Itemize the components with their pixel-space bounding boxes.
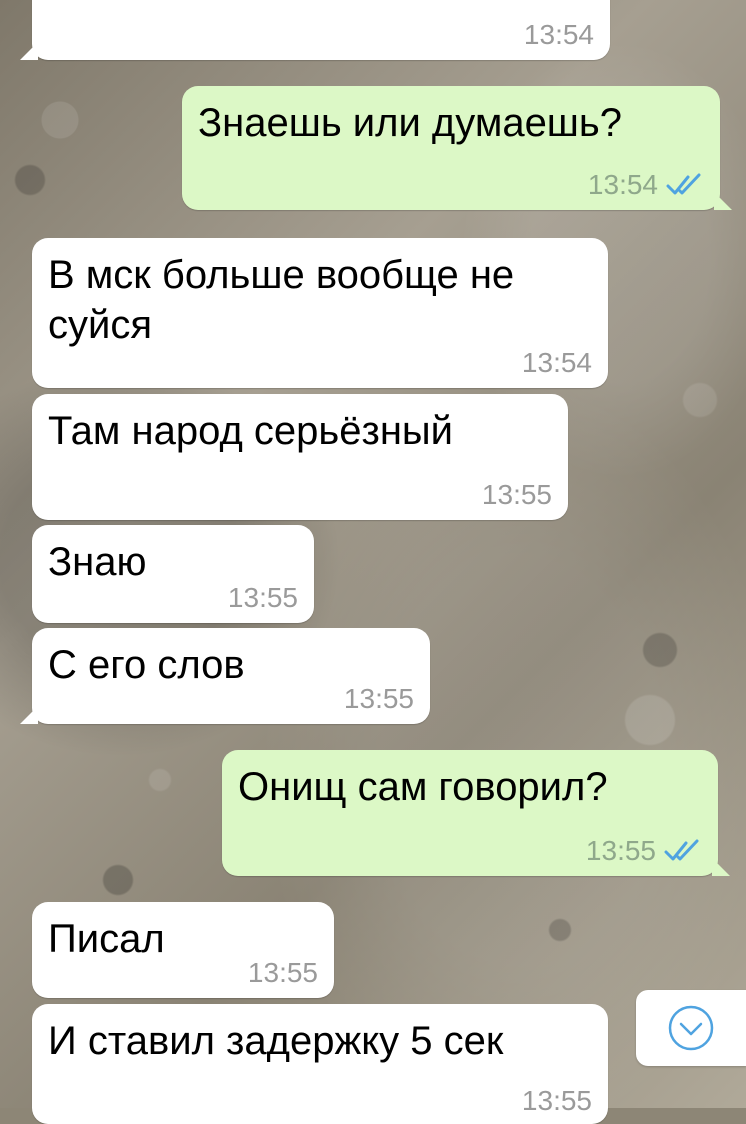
message-bubble-incoming[interactable]: Там народ серьёзный 13:55 [32,394,568,520]
message-meta: 13:55 [586,836,702,866]
message-text: И ставил задержку 5 сек [48,1019,504,1063]
message-text: В мск больше вообще не суйся [48,253,515,347]
bubble-tail [20,706,38,724]
message-bubble-outgoing[interactable]: Знаешь или думаешь? 13:54 [182,86,732,210]
scroll-to-bottom-button[interactable] [636,990,746,1066]
message-bubble-incoming[interactable]: С его слов 13:55 [20,628,430,724]
message-bubble-incoming[interactable]: Знаю 13:55 [32,525,314,623]
message-bubble-incoming[interactable]: 13:54 [20,0,610,60]
message-timestamp: 13:54 [587,169,658,200]
double-check-icon [666,173,701,195]
message-text: Знаешь или думаешь? [198,101,622,145]
message-timestamp: 13:55 [343,683,414,714]
chevron-down-circle-icon [668,1005,714,1051]
message-meta: 13:55 [482,480,552,510]
message-meta: 13:55 [522,1086,592,1116]
message-meta: 13:54 [522,348,592,378]
message-timestamp: 13:54 [521,347,592,378]
message-timestamp: 13:55 [227,582,298,613]
message-meta: 13:55 [344,684,414,714]
message-bubble-incoming[interactable]: Писал 13:55 [32,902,334,998]
message-text: Онищ сам говорил? [238,765,608,809]
message-bubble-incoming[interactable]: И ставил задержку 5 сек 13:55 [32,1004,608,1124]
message-text: Там народ серьёзный [48,409,453,453]
message-meta: 13:54 [588,170,704,200]
message-text: Знаю [48,540,147,584]
message-timestamp: 13:55 [247,957,318,988]
message-bubble-outgoing[interactable]: Онищ сам говорил? 13:55 [222,750,730,876]
message-timestamp: 13:54 [523,19,594,50]
message-meta: 13:54 [524,20,594,50]
message-timestamp: 13:55 [585,835,656,866]
message-timestamp: 13:55 [521,1085,592,1116]
message-meta: 13:55 [248,958,318,988]
bubble-tail [714,192,732,210]
bubble-tail [712,858,730,876]
double-check-icon [664,839,699,861]
message-timestamp: 13:55 [481,479,552,510]
message-bubble-incoming[interactable]: В мск больше вообще не суйся 13:54 [32,238,608,388]
bubble-tail [20,42,38,60]
message-meta: 13:55 [228,583,298,613]
